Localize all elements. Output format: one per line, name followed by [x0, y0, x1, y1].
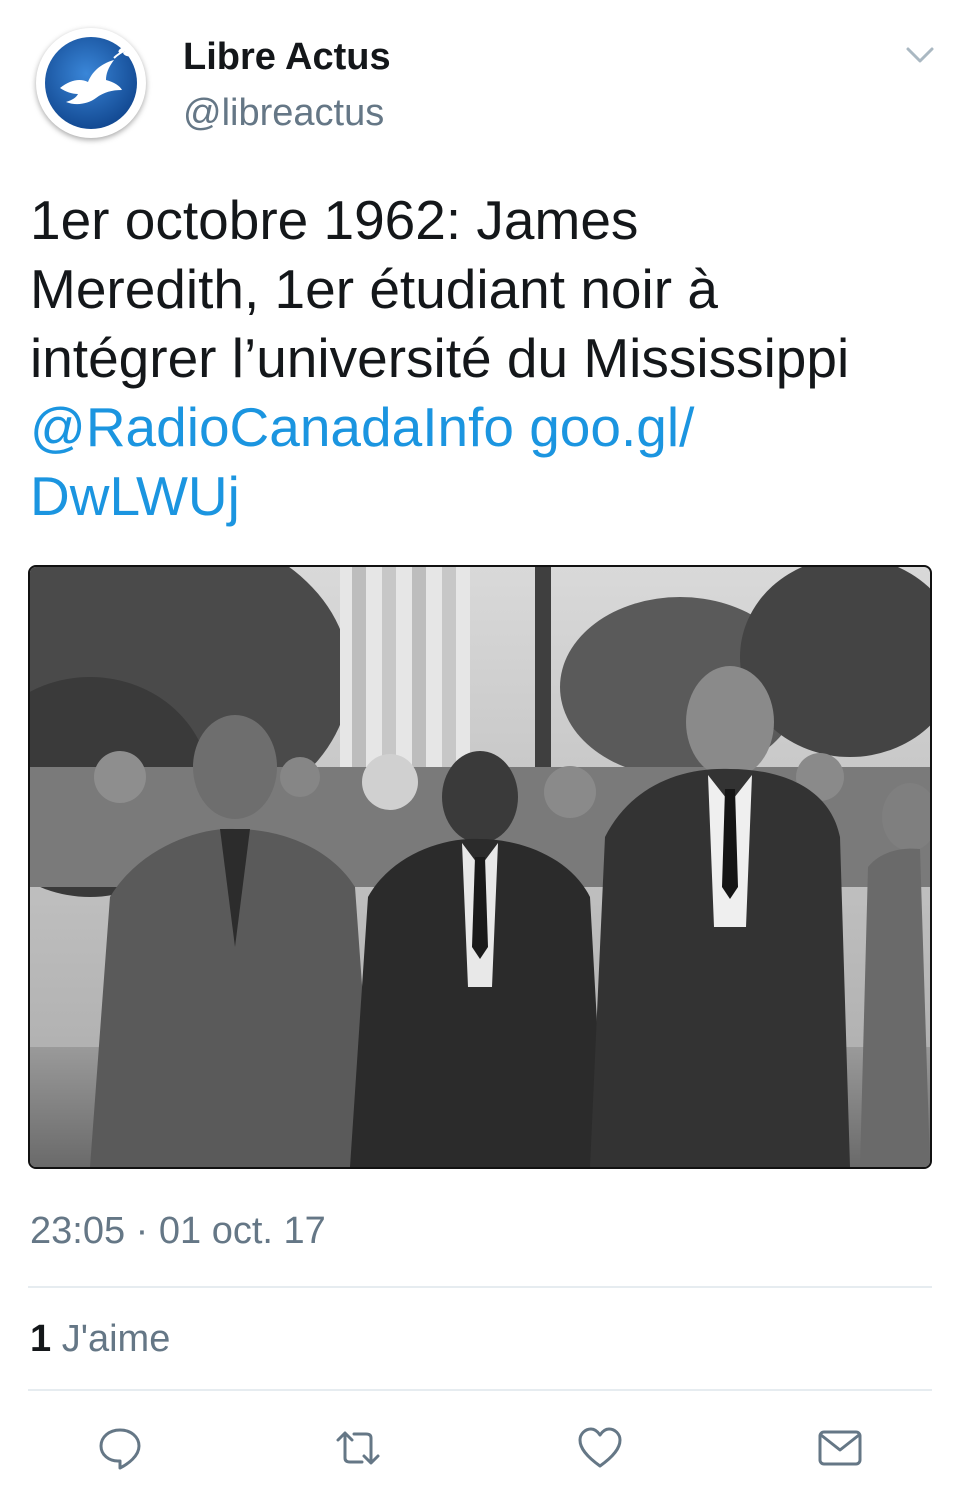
- tweet-action-bar: [0, 1400, 960, 1493]
- likes-summary[interactable]: 1 J'aime: [30, 1318, 170, 1361]
- likes-count: 1: [30, 1318, 52, 1360]
- author-handle[interactable]: @libreactus: [183, 92, 384, 135]
- tweet-timestamp[interactable]: 23:05 · 01 oct. 17: [30, 1210, 326, 1253]
- tweet-photo[interactable]: [28, 565, 932, 1169]
- tweet-text-line: 1er octobre 1962: James: [30, 189, 639, 251]
- retweet-icon[interactable]: [334, 1424, 382, 1472]
- chevron-down-icon[interactable]: [900, 40, 940, 70]
- divider: [28, 1389, 932, 1391]
- divider: [28, 1286, 932, 1288]
- reply-icon[interactable]: [96, 1424, 144, 1472]
- likes-label: J'aime: [61, 1318, 171, 1360]
- url-link-continuation[interactable]: DwLWUj: [30, 465, 240, 527]
- author-name[interactable]: Libre Actus: [183, 36, 391, 79]
- url-link[interactable]: goo.gl/: [529, 396, 694, 458]
- tweet-text-line: Meredith, 1er étudiant noir à: [30, 258, 718, 320]
- tweet-header: Libre Actus @libreactus: [0, 0, 960, 160]
- photo-illustration: [30, 567, 930, 1167]
- heart-icon[interactable]: [576, 1424, 624, 1472]
- tweet-text-line: intégrer l’université du Mississippi: [30, 327, 850, 389]
- mention-link[interactable]: @RadioCanadaInfo: [30, 396, 514, 458]
- tweet-text: 1er octobre 1962: James Meredith, 1er ét…: [30, 186, 930, 531]
- avatar[interactable]: [36, 28, 146, 138]
- envelope-icon[interactable]: [816, 1424, 864, 1472]
- white-dove-icon: [39, 31, 143, 135]
